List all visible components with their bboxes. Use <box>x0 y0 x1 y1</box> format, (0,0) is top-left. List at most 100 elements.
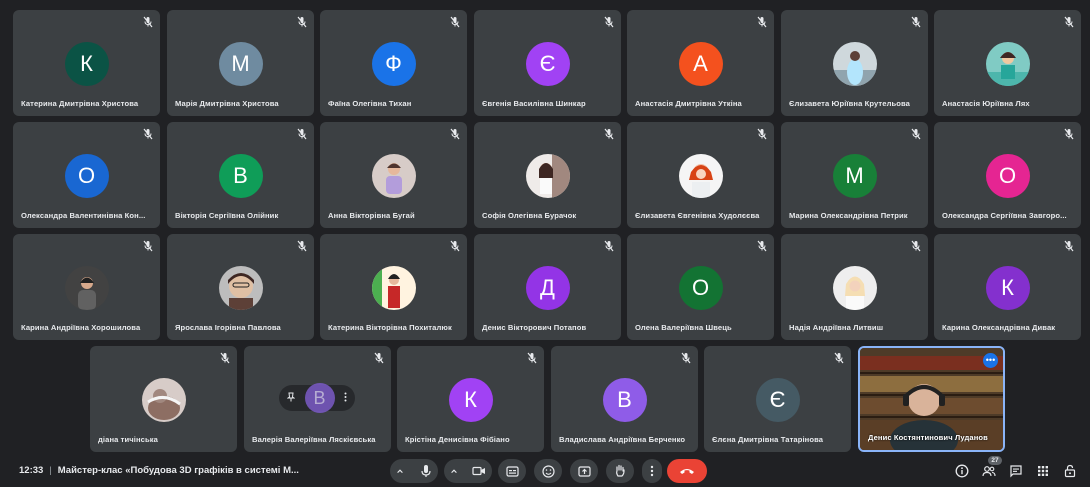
participant-name: Денис Костянтинович Луданов <box>868 433 988 442</box>
participant-tile[interactable]: К Карина Олександрівна Дивак <box>934 234 1081 340</box>
participant-tile[interactable]: Є Єлєна Дмитрівна Татарінова <box>704 346 851 452</box>
mic-off-icon <box>450 16 460 28</box>
participant-tile[interactable]: В Валерія Валеріївна Ляскієвська <box>244 346 391 452</box>
participant-tile[interactable]: М Марія Дмитрівна Христова <box>167 10 314 116</box>
mic-off-icon <box>757 240 767 252</box>
participant-tile[interactable]: Єлизавета Євгенівна Худолєєва <box>627 122 774 228</box>
activities-icon[interactable] <box>1036 464 1050 478</box>
host-controls-icon[interactable] <box>1063 464 1077 478</box>
participant-tile[interactable]: О Олександра Сергіївна Завгоро... <box>934 122 1081 228</box>
mic-icon[interactable] <box>420 464 432 478</box>
participant-name: Анна Вікторівна Бугай <box>328 211 415 220</box>
participant-tile[interactable]: К Крістіна Денисівна Фібіано <box>397 346 544 452</box>
participant-tile[interactable]: В Вікторія Сергіївна Олійник <box>167 122 314 228</box>
more-vert-icon[interactable] <box>344 392 347 405</box>
mic-off-icon <box>450 240 460 252</box>
pin-icon[interactable] <box>286 392 296 405</box>
tile-row-3: Карина Андріївна Хорошилова Ярослава Ігор… <box>0 234 1090 340</box>
clock: 12:33 <box>19 465 44 476</box>
participant-tile[interactable]: Надія Андріївна Литвиш <box>781 234 928 340</box>
info-icon[interactable] <box>955 464 969 478</box>
separator: | <box>49 465 52 476</box>
participant-tile[interactable]: Ф Фаїна Олегівна Тихан <box>320 10 467 116</box>
avatar-photo <box>678 154 723 198</box>
mic-off-icon <box>757 128 767 140</box>
mic-off-icon <box>297 240 307 252</box>
avatar: Д <box>525 266 570 310</box>
avatar: А <box>678 42 723 86</box>
avatar: М <box>218 42 263 86</box>
participant-tile[interactable]: К Катерина Дмитрівна Христова <box>13 10 160 116</box>
captions-icon <box>505 465 519 477</box>
participant-name: Катерина Дмитрівна Христова <box>21 99 139 108</box>
participant-name: Анастасія Дмитрівна Уткіна <box>635 99 742 108</box>
present-icon <box>577 465 591 477</box>
participant-tile[interactable]: Софія Олегівна Бурачок <box>474 122 621 228</box>
mic-off-icon <box>297 128 307 140</box>
mic-off-icon <box>604 128 614 140</box>
participant-tile[interactable]: А Анастасія Дмитрівна Уткіна <box>627 10 774 116</box>
participant-tile-active-video[interactable]: ••• Денис Костянтинович Луданов <box>858 346 1005 452</box>
more-options-button[interactable] <box>642 459 662 483</box>
mic-off-icon <box>374 352 384 364</box>
participant-name: Олександра Сергіївна Завгоро... <box>942 211 1067 220</box>
participant-name: Єлизавета Юріївна Крутельова <box>789 99 910 108</box>
camera-control <box>444 459 492 483</box>
mic-off-icon <box>1064 128 1074 140</box>
emoji-button[interactable] <box>534 459 562 483</box>
avatar-photo <box>832 42 877 86</box>
participant-name: Олександра Валентинівна Кон... <box>21 211 146 220</box>
more-options-icon[interactable]: ••• <box>983 353 998 368</box>
participant-tile[interactable]: Карина Андріївна Хорошилова <box>13 234 160 340</box>
avatar: М <box>832 154 877 198</box>
mic-off-icon <box>834 352 844 364</box>
avatar: К <box>985 266 1030 310</box>
participant-tile[interactable]: Анна Вікторівна Бугай <box>320 122 467 228</box>
avatar: О <box>678 266 723 310</box>
chevron-up-icon[interactable] <box>396 467 404 475</box>
camera-icon[interactable] <box>472 466 486 476</box>
leave-call-button[interactable] <box>667 459 707 483</box>
people-icon[interactable] <box>982 464 996 478</box>
tile-hover-controls: В <box>279 383 355 413</box>
emoji-icon <box>541 464 555 478</box>
participant-tile[interactable]: М Марина Олександрівна Петрик <box>781 122 928 228</box>
tile-row-4: діана тичінська В Валерія Валеріївна Ляскі… <box>0 346 1090 452</box>
mic-off-icon <box>681 352 691 364</box>
chevron-up-icon[interactable] <box>450 467 458 475</box>
participant-tile[interactable]: Єлизавета Юріївна Крутельова <box>781 10 928 116</box>
participant-name: Владислава Андріївна Берченко <box>559 435 686 444</box>
participant-name: Вікторія Сергіївна Олійник <box>175 211 279 220</box>
participant-tile[interactable]: В Владислава Андріївна Берченко <box>551 346 698 452</box>
more-vert-icon <box>650 465 654 477</box>
participant-name: Крістіна Денисівна Фібіано <box>405 435 510 444</box>
participant-tile[interactable]: діана тичінська <box>90 346 237 452</box>
participant-tile[interactable]: Ярослава Ігорівна Павлова <box>167 234 314 340</box>
mic-off-icon <box>450 128 460 140</box>
mic-off-icon <box>1064 240 1074 252</box>
mic-off-icon <box>527 352 537 364</box>
chat-icon[interactable] <box>1009 464 1023 478</box>
participant-name: Денис Вікторович Потапов <box>482 323 587 332</box>
participant-tile[interactable]: Є Євгенія Василівна Шинкар <box>474 10 621 116</box>
participant-tile[interactable]: О Олена Валеріївна Швець <box>627 234 774 340</box>
participant-tile[interactable]: Катерина Вікторівна Похиталюк <box>320 234 467 340</box>
participant-tile[interactable]: О Олександра Валентинівна Кон... <box>13 122 160 228</box>
raise-hand-button[interactable] <box>606 459 634 483</box>
avatar: В <box>602 378 647 422</box>
mic-off-icon <box>911 128 921 140</box>
avatar: О <box>64 154 109 198</box>
mic-off-icon <box>604 16 614 28</box>
mic-off-icon <box>143 16 153 28</box>
mic-off-icon <box>757 16 767 28</box>
avatar: К <box>64 42 109 86</box>
present-button[interactable] <box>570 459 598 483</box>
captions-button[interactable] <box>498 459 526 483</box>
participant-tile[interactable]: Д Денис Вікторович Потапов <box>474 234 621 340</box>
participant-tile[interactable]: Анастасія Юріївна Лях <box>934 10 1081 116</box>
avatar: В <box>304 383 335 413</box>
mic-control <box>390 459 438 483</box>
avatar: Ф <box>371 42 416 86</box>
participant-name: Єлєна Дмитрівна Татарінова <box>712 435 824 444</box>
meeting-info: 12:33 | Майстер-клас «Побудова 3D графіків… <box>19 465 299 476</box>
